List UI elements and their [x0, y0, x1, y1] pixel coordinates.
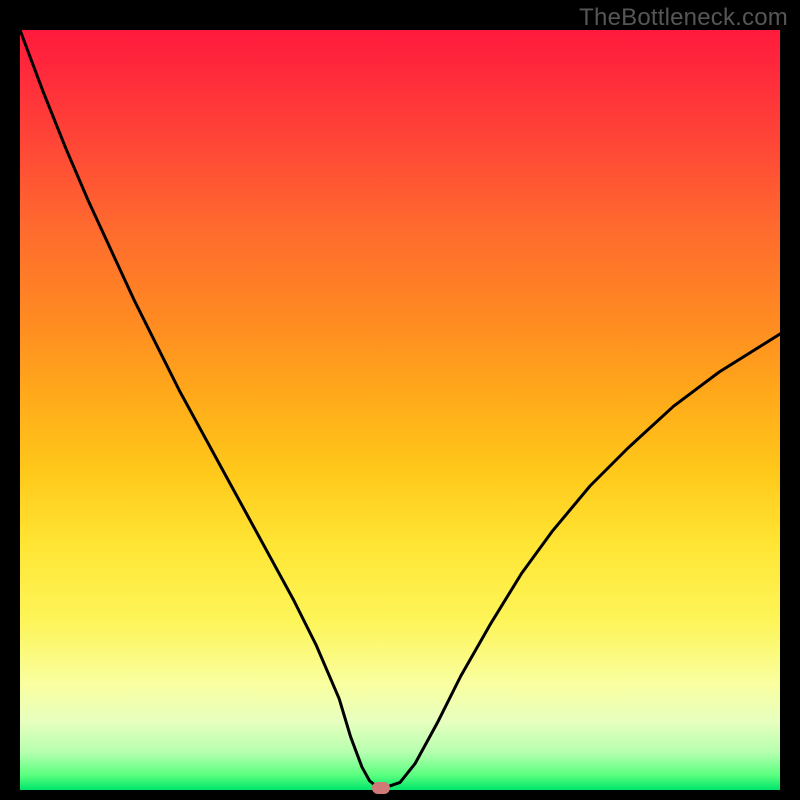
bottleneck-curve [20, 30, 780, 790]
watermark-text: TheBottleneck.com [579, 4, 788, 32]
plot-area [20, 30, 780, 790]
chart-frame: TheBottleneck.com [0, 0, 800, 800]
minimum-marker [372, 782, 390, 794]
